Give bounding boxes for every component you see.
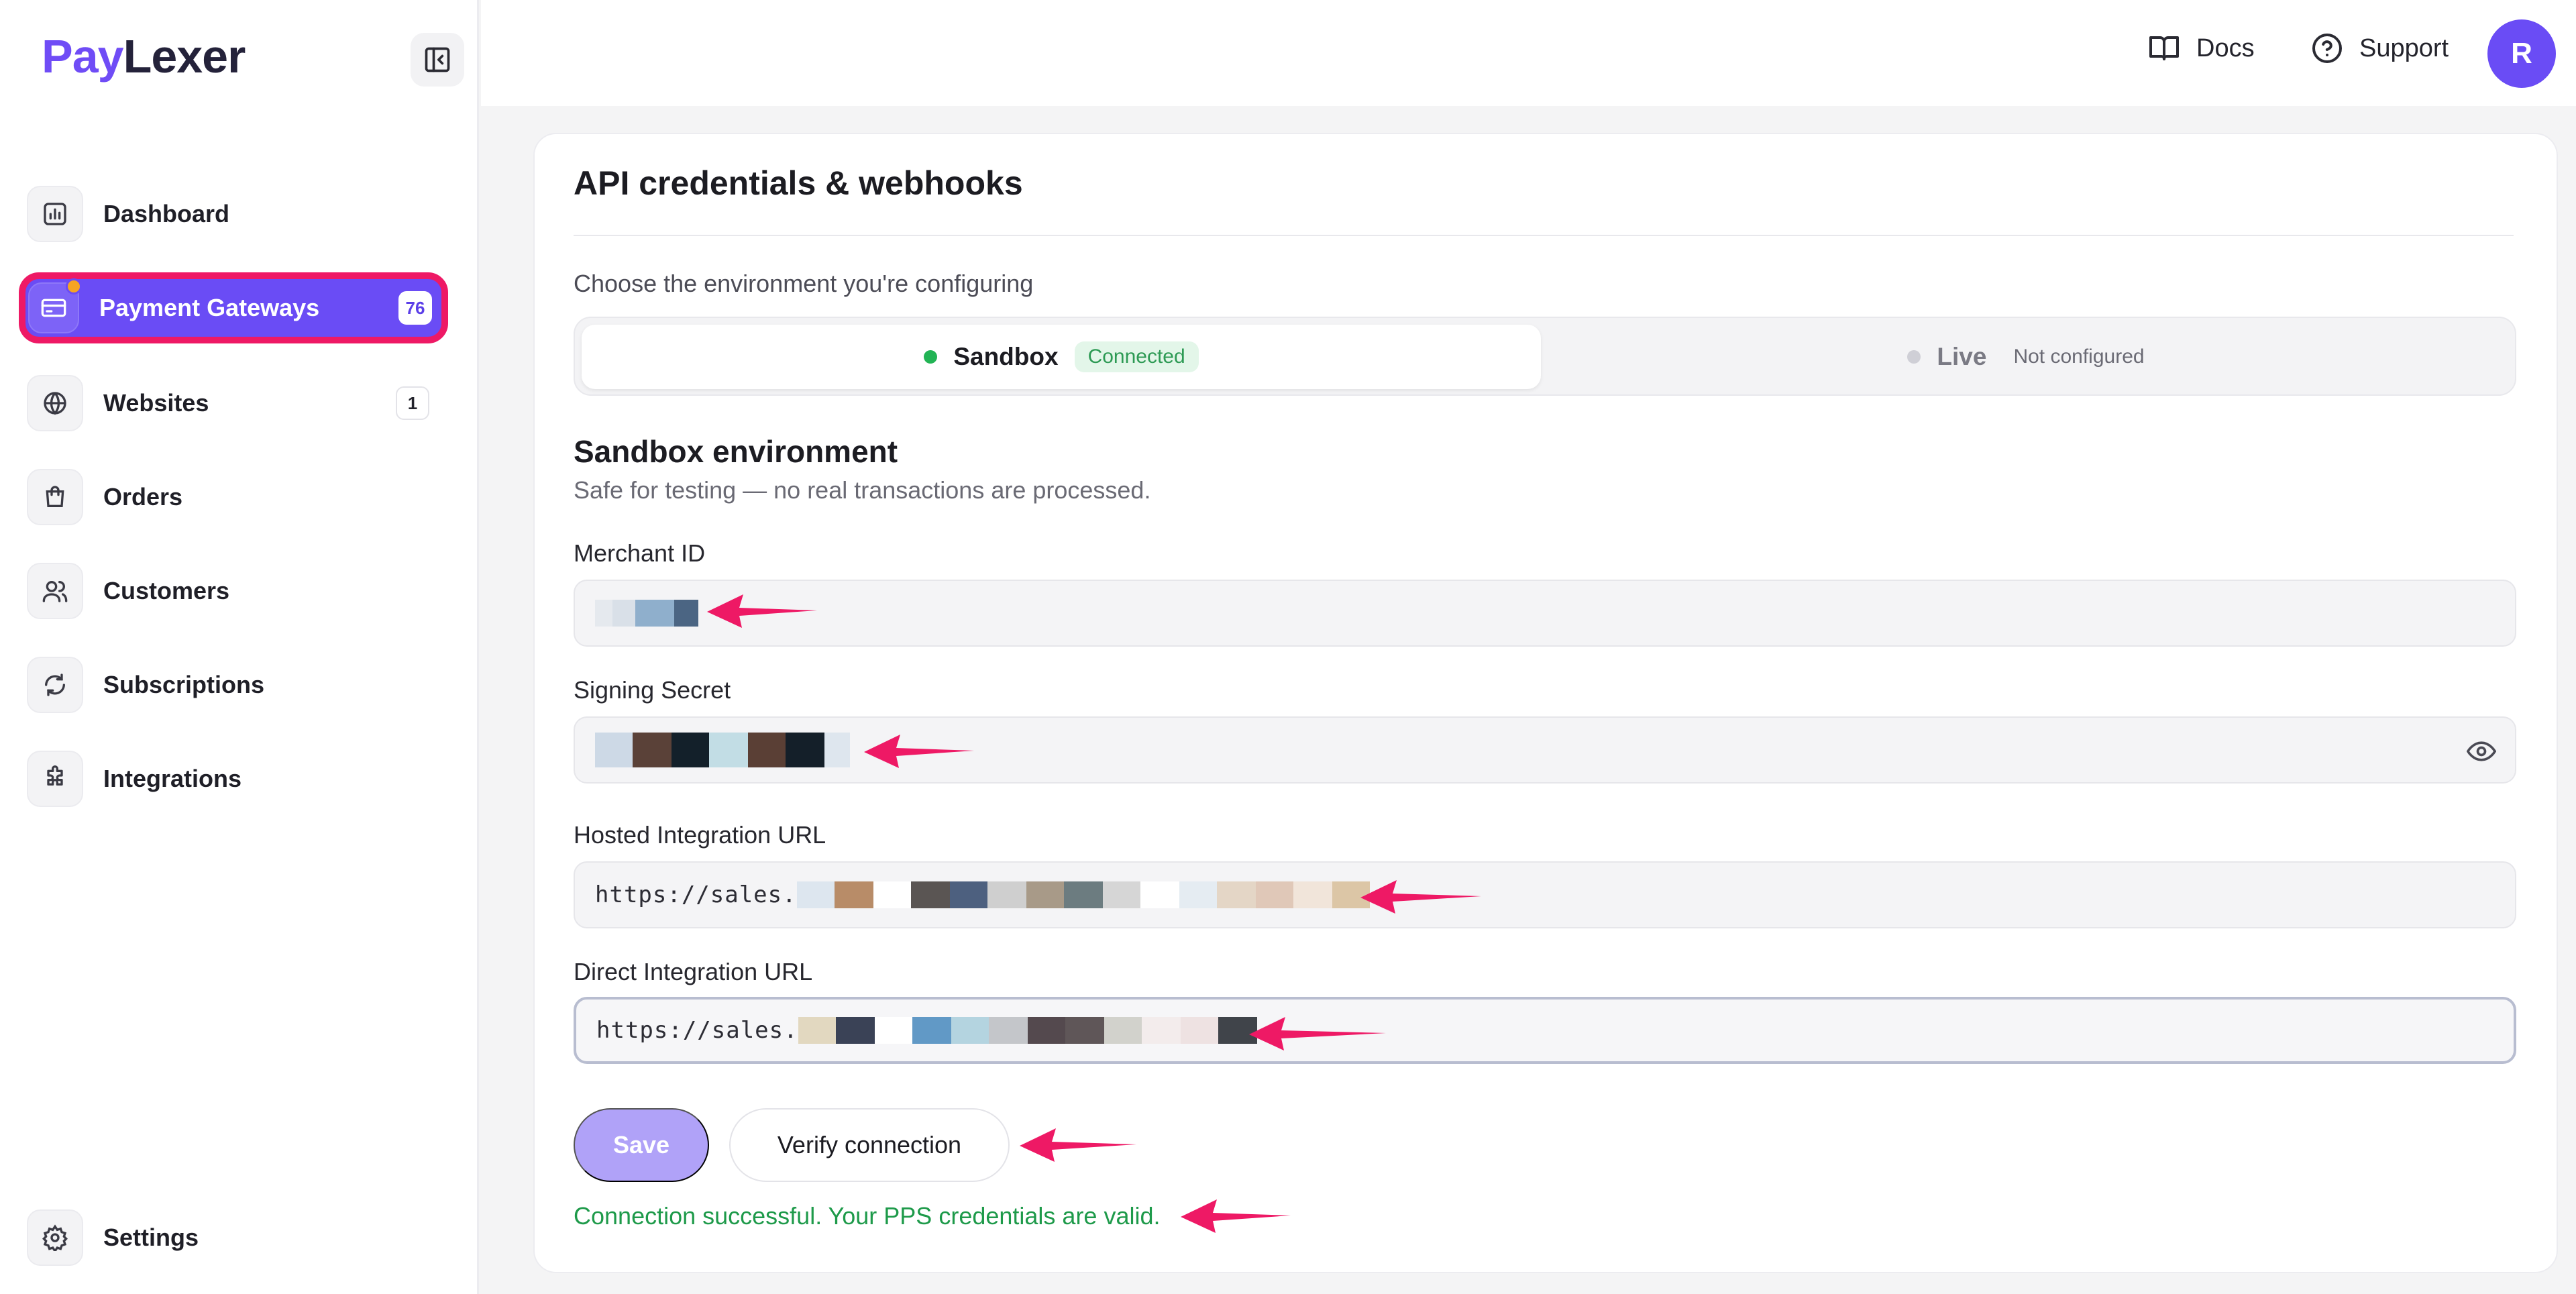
sidebar-item-label: Dashboard <box>103 200 230 227</box>
gear-icon <box>27 1209 83 1266</box>
globe-icon <box>27 375 83 431</box>
annotation-arrow-icon <box>864 735 974 768</box>
shopping-bag-icon <box>27 469 83 525</box>
save-button[interactable]: Save <box>574 1108 709 1182</box>
brand-logo-part1: Pay <box>42 30 124 83</box>
env-option-live[interactable]: Live Not configured <box>1541 325 2511 389</box>
status-dot <box>1907 350 1921 364</box>
env-label: Sandbox <box>953 343 1059 370</box>
help-circle-icon <box>2312 34 2342 63</box>
book-icon <box>2149 36 2179 60</box>
sidebar-item-label: Orders <box>103 483 183 510</box>
success-message: Connection successful. Your PPS credenti… <box>574 1202 1161 1230</box>
url-prefix: https://sales. <box>595 881 797 908</box>
sidebar-item-customers[interactable]: Customers <box>27 557 443 625</box>
redacted-value <box>595 600 698 627</box>
sidebar-collapse-icon <box>425 47 450 72</box>
sidebar: PayLexer Dashboard Payment Gateways 76 W… <box>0 0 479 1294</box>
env-prompt: Choose the environment you're configurin… <box>574 270 1034 297</box>
sidebar-item-subscriptions[interactable]: Subscriptions <box>27 651 443 718</box>
sidebar-item-integrations[interactable]: Integrations <box>27 745 443 812</box>
sidebar-item-label: Websites <box>103 389 209 417</box>
sidebar-item-label: Subscriptions <box>103 671 265 698</box>
annotation-arrow-icon <box>707 594 817 628</box>
sidebar-item-websites[interactable]: Websites 1 <box>27 370 443 437</box>
hosted-url-field[interactable]: https://sales. <box>574 861 2516 928</box>
hosted-url-label: Hosted Integration URL <box>574 821 826 849</box>
sidebar-item-settings[interactable]: Settings <box>27 1204 443 1271</box>
collapse-sidebar-button[interactable] <box>411 33 464 87</box>
status-badge: Connected <box>1074 341 1199 372</box>
url-prefix: https://sales. <box>596 1017 798 1044</box>
sidebar-item-orders[interactable]: Orders <box>27 464 443 531</box>
annotation-arrow-icon <box>1360 880 1481 914</box>
credentials-card: API credentials & webhooks Choose the en… <box>533 133 2558 1273</box>
credit-card-icon <box>28 278 82 333</box>
chart-icon <box>27 186 83 242</box>
avatar-initial: R <box>2511 37 2532 70</box>
docs-label: Docs <box>2196 34 2255 62</box>
redacted-value <box>595 733 850 767</box>
status-badge: Not configured <box>2013 345 2145 368</box>
status-dot <box>924 350 938 364</box>
sidebar-item-payment-gateways[interactable]: Payment Gateways 76 <box>19 272 448 343</box>
verify-connection-button[interactable]: Verify connection <box>729 1108 1010 1182</box>
sidebar-item-label: Settings <box>103 1224 199 1251</box>
puzzle-icon <box>27 751 83 807</box>
brand-logo[interactable]: PayLexer <box>42 30 246 83</box>
topbar: Docs Support R <box>481 0 2576 106</box>
redacted-value <box>796 881 1370 908</box>
merchant-id-field[interactable] <box>574 580 2516 647</box>
docs-link[interactable]: Docs <box>2148 32 2255 64</box>
avatar[interactable]: R <box>2487 19 2556 88</box>
signing-secret-label: Signing Secret <box>574 676 731 704</box>
support-label: Support <box>2359 34 2449 62</box>
page-title: API credentials & webhooks <box>574 164 1023 202</box>
env-option-sandbox[interactable]: Sandbox Connected <box>582 325 1541 389</box>
merchant-id-label: Merchant ID <box>574 539 706 567</box>
section-subtitle: Safe for testing — no real transactions … <box>574 476 1151 504</box>
eye-icon[interactable] <box>2467 737 2496 766</box>
sidebar-item-dashboard[interactable]: Dashboard <box>27 180 443 248</box>
brand-logo-part2: Lexer <box>123 30 246 83</box>
refresh-icon <box>27 657 83 713</box>
direct-url-field[interactable]: https://sales. <box>574 997 2516 1064</box>
sidebar-item-label: Integrations <box>103 765 242 792</box>
annotation-arrow-icon <box>1020 1128 1136 1162</box>
annotation-arrow-icon <box>1181 1199 1291 1233</box>
count-badge: 1 <box>396 386 429 420</box>
env-label: Live <box>1937 343 1987 370</box>
section-title: Sandbox environment <box>574 434 898 469</box>
users-icon <box>27 563 83 619</box>
sidebar-item-label: Customers <box>103 577 230 604</box>
count-badge: 76 <box>398 291 432 325</box>
sidebar-item-label: Payment Gateways <box>99 294 320 321</box>
divider <box>574 235 2514 236</box>
environment-switch: Sandbox Connected Live Not configured <box>574 317 2516 396</box>
direct-url-label: Direct Integration URL <box>574 958 813 985</box>
redacted-value <box>798 1017 1257 1044</box>
notification-dot <box>66 278 82 294</box>
annotation-arrow-icon <box>1249 1017 1386 1050</box>
support-link[interactable]: Support <box>2311 32 2449 64</box>
